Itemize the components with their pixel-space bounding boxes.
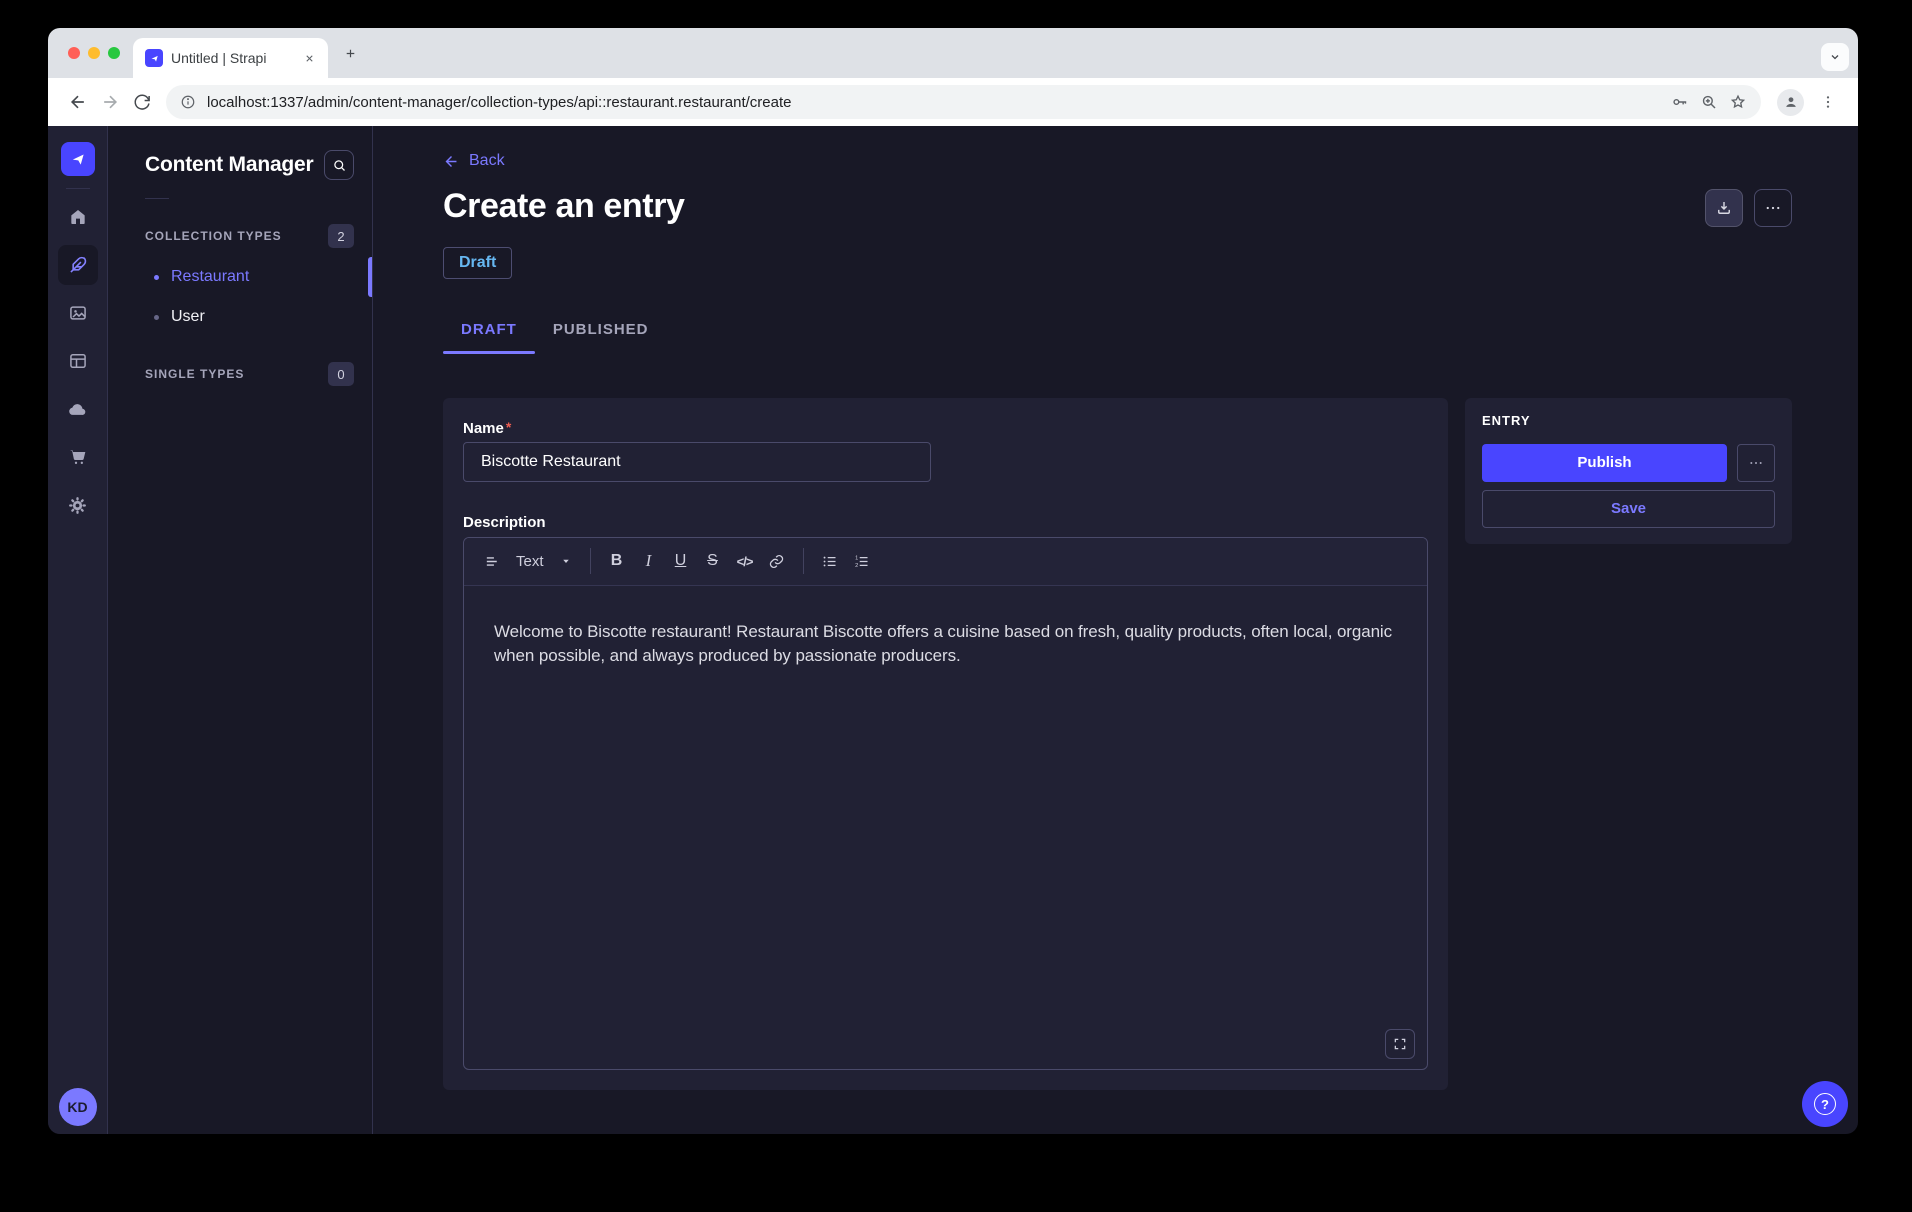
strapi-app: KD Content Manager COLLECTION TYPES 2 Re… — [48, 126, 1858, 1134]
entry-form-card: Name* Description Text — [443, 398, 1448, 1090]
paragraph-style-icon[interactable] — [476, 545, 508, 577]
user-avatar[interactable]: KD — [59, 1088, 97, 1126]
collection-types-section: COLLECTION TYPES 2 — [108, 223, 372, 249]
tab-title: Untitled | Strapi — [171, 50, 292, 66]
sidebar-item-content-manager[interactable] — [58, 245, 98, 285]
browser-menu-icon[interactable] — [1812, 86, 1844, 118]
subnav-title: Content Manager — [145, 153, 314, 177]
tab-search-button[interactable] — [1821, 43, 1849, 71]
sidebar-item-cloud[interactable] — [58, 389, 98, 429]
toolbar-separator — [590, 548, 591, 574]
description-field-label: Description — [463, 514, 1428, 531]
bullet-icon — [154, 275, 159, 280]
save-button[interactable]: Save — [1482, 490, 1775, 528]
strikethrough-button[interactable]: S — [697, 545, 729, 577]
sidebar-item-home[interactable] — [58, 197, 98, 237]
version-tabs: DRAFT PUBLISHED — [443, 307, 1792, 354]
svg-text:1: 1 — [855, 555, 858, 561]
bold-button[interactable]: B — [601, 545, 633, 577]
link-button[interactable] — [761, 545, 793, 577]
status-badge: Draft — [443, 247, 512, 279]
sidebar-item-content-type-builder[interactable] — [58, 341, 98, 381]
single-types-section: SINGLE TYPES 0 — [108, 361, 372, 387]
main-content: Back Create an entry Draft DRAFT — [373, 126, 1858, 1134]
svg-text:2: 2 — [855, 563, 858, 569]
sidebar-item-restaurant[interactable]: Restaurant — [108, 257, 372, 297]
tab-published[interactable]: PUBLISHED — [535, 307, 667, 354]
back-button[interactable] — [62, 86, 94, 118]
tab-draft[interactable]: DRAFT — [443, 307, 535, 354]
entry-side-panel: ENTRY Publish Save — [1465, 398, 1792, 544]
name-field-label: Name* — [463, 420, 1428, 437]
block-type-dropdown[interactable]: Text — [508, 545, 580, 577]
code-button[interactable]: </> — [729, 545, 761, 577]
single-types-label: SINGLE TYPES — [145, 367, 244, 381]
entry-panel-title: ENTRY — [1482, 413, 1775, 428]
nav-item-label: Restaurant — [171, 268, 249, 286]
help-button[interactable]: ? — [1802, 1081, 1848, 1127]
question-mark-icon: ? — [1814, 1093, 1836, 1115]
browser-profile-avatar[interactable] — [1777, 89, 1804, 116]
close-window-button[interactable] — [68, 47, 80, 59]
bullet-icon — [154, 315, 159, 320]
reload-button[interactable] — [126, 86, 158, 118]
back-link[interactable]: Back — [443, 152, 505, 170]
nav-item-label: User — [171, 308, 205, 326]
rail-divider — [66, 188, 90, 189]
toolbar-separator — [803, 548, 804, 574]
sidebar-item-media-library[interactable] — [58, 293, 98, 333]
tab-close-icon[interactable] — [300, 49, 318, 67]
italic-button[interactable]: I — [633, 545, 665, 577]
forward-button[interactable] — [94, 86, 126, 118]
sidebar-item-user[interactable]: User — [108, 297, 372, 337]
main-nav-rail: KD — [48, 126, 108, 1134]
content-manager-subnav: Content Manager COLLECTION TYPES 2 Resta… — [108, 126, 373, 1134]
name-input[interactable] — [463, 442, 931, 482]
rich-text-editor: Text B I U S </> — [463, 537, 1428, 1070]
strapi-logo[interactable] — [61, 142, 95, 176]
strapi-favicon-icon — [145, 49, 163, 67]
page-title: Create an entry — [443, 187, 685, 226]
url-text[interactable]: localhost:1337/admin/content-manager/col… — [207, 94, 1660, 111]
back-label: Back — [469, 152, 505, 170]
bookmark-star-icon[interactable] — [1729, 93, 1747, 111]
required-mark: * — [506, 420, 511, 434]
zoom-page-icon[interactable] — [1700, 93, 1718, 111]
fullscreen-window-button[interactable] — [108, 47, 120, 59]
minimize-window-button[interactable] — [88, 47, 100, 59]
expand-editor-button[interactable] — [1385, 1029, 1415, 1059]
single-types-count: 0 — [328, 362, 354, 386]
more-actions-button[interactable] — [1754, 189, 1792, 227]
entry-more-button[interactable] — [1737, 444, 1775, 482]
editor-content[interactable]: Welcome to Biscotte restaurant! Restaura… — [464, 586, 1427, 1069]
browser-tabstrip: Untitled | Strapi — [48, 28, 1858, 78]
new-tab-button[interactable] — [344, 47, 357, 60]
collection-types-label: COLLECTION TYPES — [145, 229, 282, 243]
subnav-divider — [145, 198, 169, 199]
block-type-value: Text — [516, 553, 544, 570]
sidebar-item-settings[interactable] — [58, 485, 98, 525]
underline-button[interactable]: U — [665, 545, 697, 577]
url-bar[interactable]: localhost:1337/admin/content-manager/col… — [166, 85, 1761, 119]
publish-button[interactable]: Publish — [1482, 444, 1727, 482]
editor-toolbar: Text B I U S </> — [464, 538, 1427, 586]
active-indicator — [368, 257, 372, 297]
browser-tab[interactable]: Untitled | Strapi — [133, 38, 328, 78]
bullet-list-button[interactable] — [814, 545, 846, 577]
site-info-icon[interactable] — [180, 94, 196, 110]
chevron-down-icon — [560, 555, 572, 567]
browser-window: Untitled | Strapi localhost:1337/admin/c… — [48, 28, 1858, 1134]
browser-toolbar: localhost:1337/admin/content-manager/col… — [48, 78, 1858, 126]
password-manager-icon[interactable] — [1671, 93, 1689, 111]
collection-types-count: 2 — [328, 224, 354, 248]
sidebar-item-marketplace[interactable] — [58, 437, 98, 477]
search-button[interactable] — [324, 150, 354, 180]
window-controls — [68, 47, 120, 59]
numbered-list-button[interactable]: 12 — [846, 545, 878, 577]
export-button[interactable] — [1705, 189, 1743, 227]
